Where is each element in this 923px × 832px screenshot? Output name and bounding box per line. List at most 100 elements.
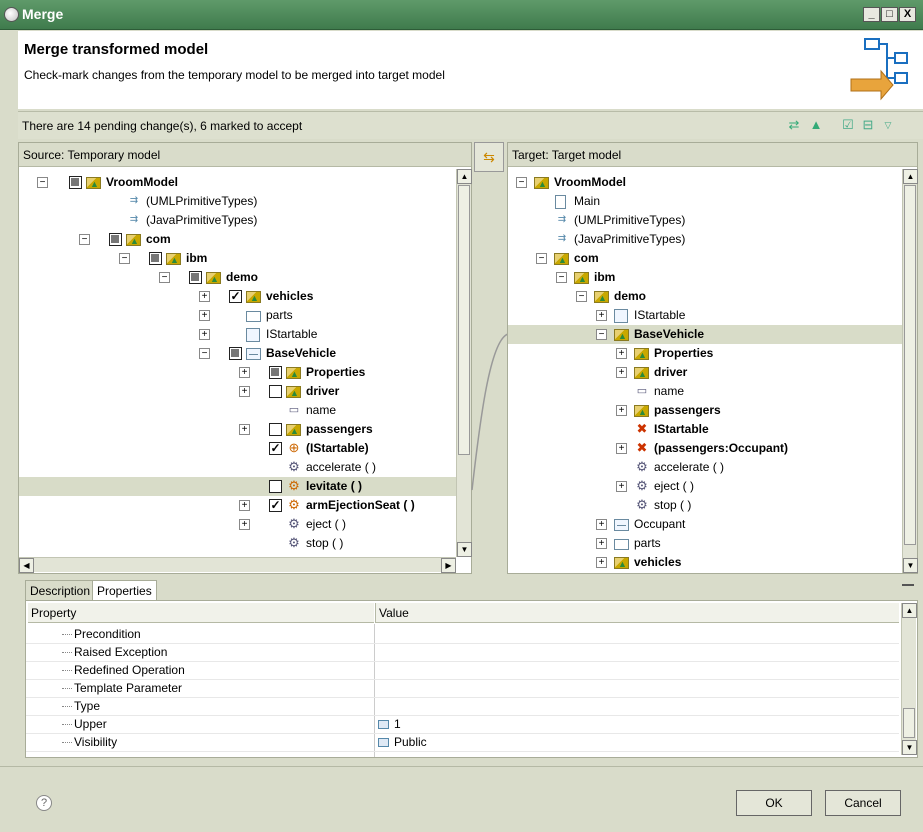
tree-item-javaprimitivetypes[interactable]: ⇉ (JavaPrimitiveTypes)	[508, 230, 902, 249]
scroll-down-arrow[interactable]: ▼	[903, 558, 918, 573]
tree-item-istartable-realization[interactable]: ✓ ⊕ (IStartable)	[19, 439, 456, 458]
scroll-thumb[interactable]	[904, 185, 916, 545]
tree-item-driver[interactable]: + driver	[508, 363, 902, 382]
scroll-thumb[interactable]	[903, 708, 915, 738]
checkbox-unchecked[interactable]	[269, 423, 282, 436]
tree-item-javaprimitivetypes[interactable]: ⇉ (JavaPrimitiveTypes)	[19, 211, 456, 230]
expand-toggle[interactable]: +	[239, 424, 250, 435]
scroll-left-arrow[interactable]: ◀	[19, 558, 34, 573]
checkbox-checked[interactable]: ✓	[229, 290, 242, 303]
collapse-toggle[interactable]: −	[596, 329, 607, 340]
properties-vertical-scrollbar[interactable]: ▲ ▼	[901, 603, 917, 755]
property-row[interactable]: Precondition	[26, 626, 899, 644]
tree-item-basevehicle[interactable]: − BaseVehicle	[19, 344, 456, 363]
source-horizontal-scrollbar[interactable]: ◀ ▶	[19, 557, 456, 573]
tree-item-istartable[interactable]: + IStartable	[19, 325, 456, 344]
property-row[interactable]: Upper 1	[26, 716, 899, 734]
tree-item-com[interactable]: − com	[508, 249, 902, 268]
property-row[interactable]: Redefined Operation	[26, 662, 899, 680]
tree-item-passengers-occupant[interactable]: + ✖ (passengers:Occupant)	[508, 439, 902, 458]
collapse-icon[interactable]: ⊟	[860, 117, 876, 133]
checkbox-partial[interactable]	[229, 347, 242, 360]
checkbox-partial[interactable]	[269, 366, 282, 379]
expand-toggle[interactable]: +	[239, 519, 250, 530]
ok-button[interactable]: OK	[736, 790, 812, 816]
scroll-down-arrow[interactable]: ▼	[457, 542, 472, 557]
checkmark-icon[interactable]: ☑	[840, 117, 856, 133]
expand-toggle[interactable]: +	[596, 310, 607, 321]
tab-properties[interactable]: Properties	[92, 580, 157, 600]
tree-item-umlprimitivetypes[interactable]: ⇉ (UMLPrimitiveTypes)	[508, 211, 902, 230]
collapse-toggle[interactable]: −	[159, 272, 170, 283]
tree-item-accelerate[interactable]: ⚙ accelerate ( )	[19, 458, 456, 477]
expand-toggle[interactable]: +	[239, 367, 250, 378]
column-header-value[interactable]: Value	[375, 603, 899, 623]
checkbox-unchecked[interactable]	[269, 385, 282, 398]
expand-toggle[interactable]: +	[616, 367, 627, 378]
collapse-toggle[interactable]: −	[79, 234, 90, 245]
expand-toggle[interactable]: +	[199, 291, 210, 302]
expand-toggle[interactable]: +	[239, 386, 250, 397]
expand-toggle[interactable]: +	[616, 481, 627, 492]
scroll-up-arrow[interactable]: ▲	[902, 603, 917, 618]
expand-toggle[interactable]: +	[199, 329, 210, 340]
expand-toggle[interactable]: +	[596, 519, 607, 530]
accept-all-icon[interactable]: ⇄	[786, 117, 802, 133]
tree-item-istartable-delete[interactable]: ✖ IStartable	[508, 420, 902, 439]
sync-navigate-button[interactable]: ⇆	[474, 142, 504, 172]
tree-item-com[interactable]: − com	[19, 230, 456, 249]
target-vertical-scrollbar[interactable]: ▲ ▼	[902, 169, 918, 573]
tree-item-basevehicle[interactable]: − BaseVehicle	[508, 325, 902, 344]
property-row[interactable]: Type	[26, 698, 899, 716]
checkbox-checked[interactable]: ✓	[269, 499, 282, 512]
expand-toggle[interactable]: +	[616, 348, 627, 359]
property-row[interactable]: Template Parameter	[26, 680, 899, 698]
checkbox-checked[interactable]: ✓	[269, 442, 282, 455]
tree-item-driver[interactable]: + driver	[19, 382, 456, 401]
expand-toggle[interactable]: +	[616, 405, 627, 416]
tree-item-ibm[interactable]: − ibm	[508, 268, 902, 287]
view-menu-icon[interactable]: ▽	[880, 117, 896, 133]
tree-item-parts[interactable]: + parts	[19, 306, 456, 325]
tree-item-main[interactable]: Main	[508, 192, 902, 211]
scroll-up-arrow[interactable]: ▲	[457, 169, 472, 184]
help-icon[interactable]: ?	[36, 795, 52, 811]
checkbox-unchecked[interactable]	[269, 480, 282, 493]
maximize-button[interactable]: □	[881, 7, 898, 22]
tree-item-vroommodel[interactable]: − VroomModel	[508, 173, 902, 192]
model-icon[interactable]: ▲	[808, 117, 824, 133]
expand-toggle[interactable]: +	[199, 310, 210, 321]
tree-item-eject[interactable]: + ⚙ eject ( )	[19, 515, 456, 534]
collapse-toggle[interactable]: −	[37, 177, 48, 188]
tree-item-stop[interactable]: ⚙ stop ( )	[508, 496, 902, 515]
close-button[interactable]: X	[899, 7, 916, 22]
tree-item-parts[interactable]: + parts	[508, 534, 902, 553]
expand-toggle[interactable]: +	[239, 500, 250, 511]
checkbox-partial[interactable]	[69, 176, 82, 189]
scroll-up-arrow[interactable]: ▲	[903, 169, 918, 184]
expand-toggle[interactable]: +	[596, 557, 607, 568]
cancel-button[interactable]: Cancel	[825, 790, 901, 816]
expand-toggle[interactable]: +	[596, 538, 607, 549]
tree-item-properties[interactable]: + Properties	[508, 344, 902, 363]
collapse-toggle[interactable]: −	[536, 253, 547, 264]
tree-item-passengers[interactable]: + passengers	[508, 401, 902, 420]
tree-item-properties[interactable]: + Properties	[19, 363, 456, 382]
scroll-thumb[interactable]	[458, 185, 470, 455]
tree-item-accelerate[interactable]: ⚙ accelerate ( )	[508, 458, 902, 477]
tree-item-demo[interactable]: − demo	[508, 287, 902, 306]
property-row[interactable]: Visibility Public	[26, 734, 899, 752]
tab-description[interactable]: Description	[25, 580, 96, 600]
property-row[interactable]: Raised Exception	[26, 644, 899, 662]
tree-item-demo[interactable]: − demo	[19, 268, 456, 287]
collapse-toggle[interactable]: −	[556, 272, 567, 283]
checkbox-partial[interactable]	[109, 233, 122, 246]
tree-item-name[interactable]: ▭ name	[19, 401, 456, 420]
tree-item-stop[interactable]: ⚙ stop ( )	[19, 534, 456, 553]
source-vertical-scrollbar[interactable]: ▲ ▼	[456, 169, 472, 557]
tree-item-passengers[interactable]: + passengers	[19, 420, 456, 439]
tree-item-umlprimitivetypes[interactable]: ⇉ (UMLPrimitiveTypes)	[19, 192, 456, 211]
tree-item-name[interactable]: ▭ name	[508, 382, 902, 401]
checkbox-partial[interactable]	[189, 271, 202, 284]
collapse-toggle[interactable]: −	[199, 348, 210, 359]
